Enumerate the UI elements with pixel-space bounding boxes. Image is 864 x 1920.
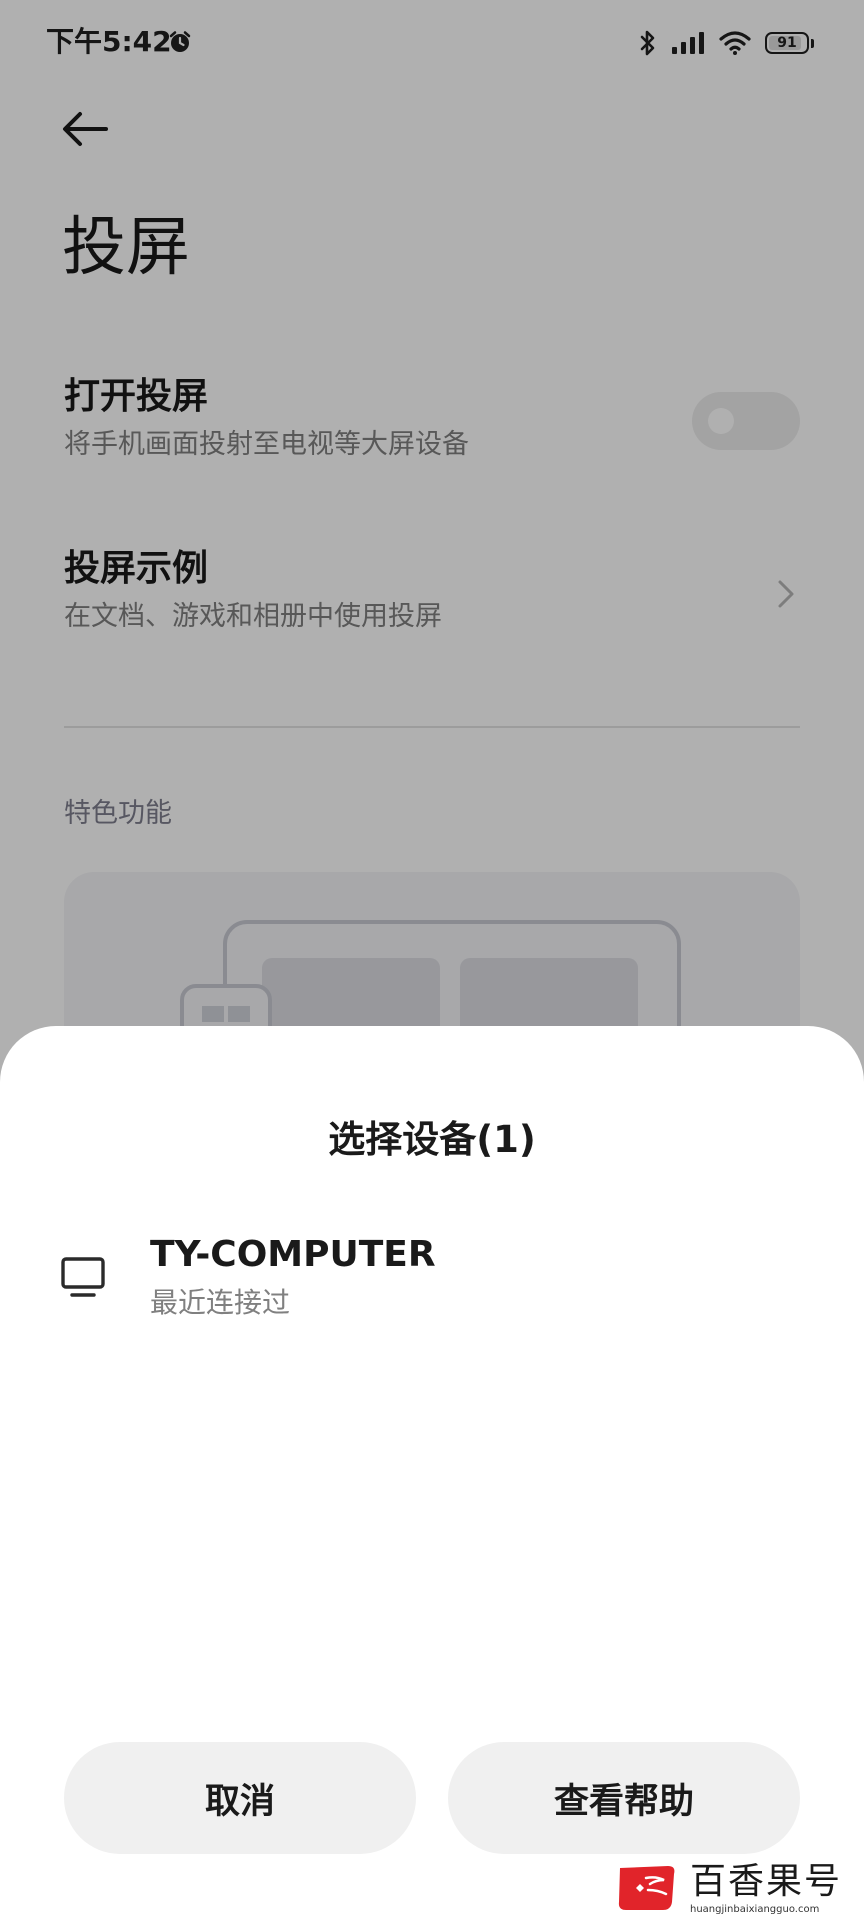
watermark-logo-icon [618,1866,675,1910]
device-name: TY-COMPUTER [150,1234,436,1275]
device-list-item[interactable]: TY-COMPUTER 最近连接过 [40,1222,824,1342]
device-picker-sheet: 选择设备(1) TY-COMPUTER 最近连接过 取消 查看帮助 [0,1026,864,1920]
monitor-icon [61,1257,105,1297]
watermark: 百香果号 huangjinbaixiangguo.com [616,1861,856,1916]
sheet-title: 选择设备(1) [328,1118,536,1161]
cancel-button[interactable]: 取消 [64,1742,416,1854]
watermark-url: huangjinbaixiangguo.com [690,1904,820,1915]
view-help-button[interactable]: 查看帮助 [448,1742,800,1854]
device-status: 最近连接过 [150,1286,291,1319]
watermark-text: 百香果号 [690,1861,843,1902]
